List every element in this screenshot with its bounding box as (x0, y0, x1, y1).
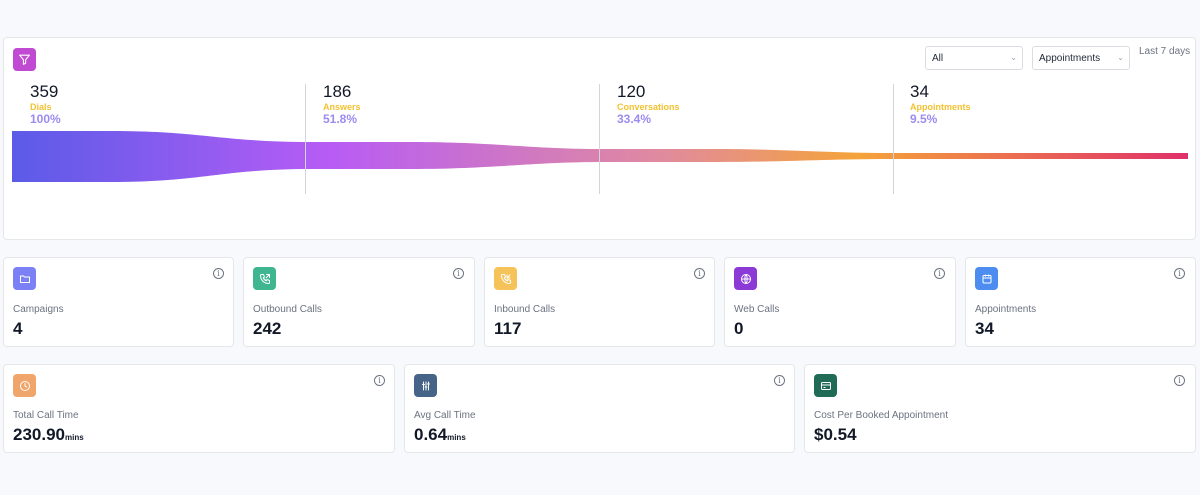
date-range-label[interactable]: Last 7 days (1139, 46, 1190, 57)
stat-label: Total Call Time (13, 410, 79, 421)
stat-label: Appointments (975, 304, 1037, 315)
clock-icon (13, 374, 36, 397)
stage-divider (599, 84, 600, 194)
segment-select[interactable]: All ⌄ (925, 46, 1023, 70)
info-icon[interactable]: i (774, 375, 785, 386)
stat-value-number: 230.90 (13, 425, 65, 444)
funnel-stage-dials: 359 Dials 100% (30, 82, 61, 126)
stage-percent: 9.5% (910, 112, 938, 126)
funnel-card: All ⌄ Appointments ⌄ Last 7 days 359 Dia… (3, 37, 1196, 240)
stat-label: Campaigns (13, 304, 64, 315)
stat-value: 117 (494, 319, 522, 338)
stat-value: 242 (253, 319, 282, 338)
phone-incoming-icon (494, 267, 517, 290)
stage-count: 186 (323, 82, 352, 101)
segment-select-value: All (932, 53, 944, 64)
stat-label: Cost Per Booked Appointment (814, 410, 948, 421)
stat-value-number: 0.64 (414, 425, 448, 444)
stat-card-campaigns[interactable]: i Campaigns 4 (3, 257, 234, 347)
stage-divider (305, 84, 306, 194)
stage-percent: 51.8% (323, 112, 358, 126)
stat-card-web-calls[interactable]: i Web Calls 0 (724, 257, 956, 347)
funnel-stage-conversations: 120 Conversations 33.4% (617, 82, 680, 126)
funnel-stage-appointments: 34 Appointments 9.5% (910, 82, 971, 126)
info-icon[interactable]: i (453, 268, 464, 279)
chevron-down-icon: ⌄ (1117, 53, 1124, 62)
credit-card-icon (814, 374, 837, 397)
info-icon[interactable]: i (374, 375, 385, 386)
folder-icon (13, 267, 36, 290)
funnel-shape (12, 131, 1188, 182)
stat-card-total-call-time[interactable]: i Total Call Time 230.90mins (3, 364, 395, 453)
stat-card-avg-call-time[interactable]: i Avg Call Time 0.64mins (404, 364, 795, 453)
stat-value-number: $0.54 (814, 425, 857, 444)
stage-divider (893, 84, 894, 194)
stat-label: Outbound Calls (253, 304, 322, 315)
stat-card-inbound-calls[interactable]: i Inbound Calls 117 (484, 257, 715, 347)
filter-icon[interactable] (13, 48, 36, 71)
stat-label: Inbound Calls (494, 304, 556, 315)
info-icon[interactable]: i (694, 268, 705, 279)
stat-value: 4 (13, 319, 23, 338)
conversion-select-value: Appointments (1039, 53, 1101, 64)
stat-value: 34 (975, 319, 994, 338)
stat-card-outbound-calls[interactable]: i Outbound Calls 242 (243, 257, 475, 347)
stage-count: 120 (617, 82, 646, 101)
stat-value: $0.54 (814, 425, 857, 445)
funnel-chart (12, 131, 1188, 182)
stat-value: 0 (734, 319, 744, 338)
funnel-stage-answers: 186 Answers 51.8% (323, 82, 361, 126)
calendar-icon (975, 267, 998, 290)
stat-label: Web Calls (734, 304, 780, 315)
sliders-icon (414, 374, 437, 397)
stat-value: 230.90mins (13, 425, 84, 445)
conversion-select[interactable]: Appointments ⌄ (1032, 46, 1130, 70)
chevron-down-icon: ⌄ (1010, 53, 1017, 62)
info-icon[interactable]: i (1174, 268, 1185, 279)
stage-count: 34 (910, 82, 929, 101)
stage-percent: 33.4% (617, 112, 652, 126)
stat-card-appointments[interactable]: i Appointments 34 (965, 257, 1196, 347)
stage-percent: 100% (30, 112, 61, 126)
stage-count: 359 (30, 82, 59, 101)
info-icon[interactable]: i (1174, 375, 1185, 386)
stat-unit: mins (447, 433, 466, 442)
phone-outgoing-icon (253, 267, 276, 290)
info-icon[interactable]: i (213, 268, 224, 279)
globe-icon (734, 267, 757, 290)
stat-unit: mins (65, 433, 84, 442)
stat-value: 0.64mins (414, 425, 466, 445)
info-icon[interactable]: i (934, 268, 945, 279)
stat-label: Avg Call Time (414, 410, 476, 421)
stat-card-cost-per-booked-appointment[interactable]: i Cost Per Booked Appointment $0.54 (804, 364, 1196, 453)
